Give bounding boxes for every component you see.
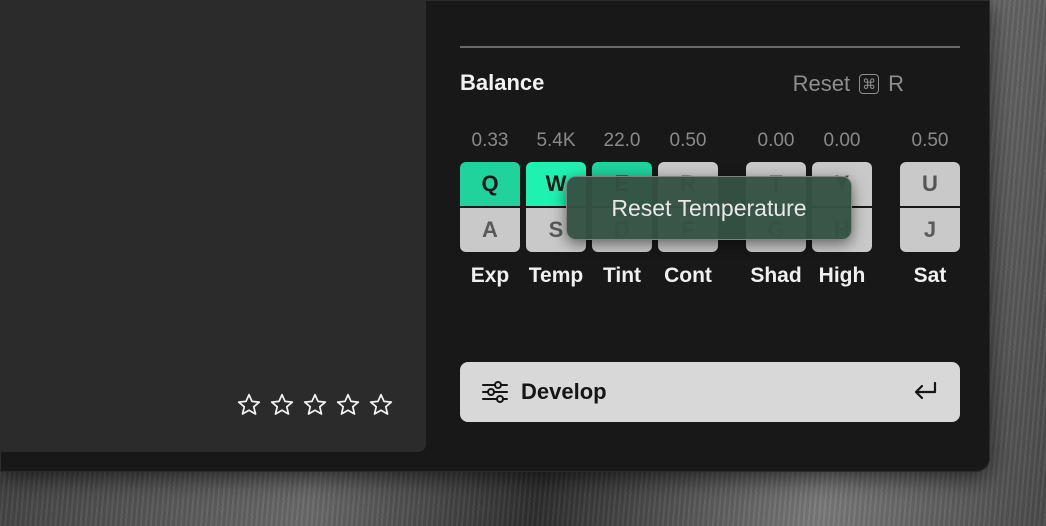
slider-label: Sat [913, 264, 947, 287]
slider-value: 5.4K [536, 130, 576, 151]
star-icon[interactable] [368, 392, 394, 428]
increase-key[interactable]: U [900, 162, 960, 206]
star-icon[interactable] [269, 392, 295, 428]
decrease-key[interactable]: J [900, 208, 960, 252]
slider-label: Exp [470, 264, 510, 287]
slider-label: Shad [750, 264, 802, 287]
develop-label: Develop [521, 379, 607, 404]
star-icon[interactable] [302, 392, 328, 428]
increase-key[interactable]: Q [460, 162, 520, 206]
reset-temperature-tooltip[interactable]: Reset Temperature [566, 176, 852, 240]
slider-label: Cont [664, 264, 712, 287]
reset-button[interactable]: Reset ⌘ R [793, 70, 904, 98]
reset-shortcut-key: R [888, 71, 904, 96]
slider-label: High [818, 264, 866, 287]
star-rating[interactable] [236, 392, 396, 428]
photo-preview-panel [0, 0, 426, 452]
slider-value: 22.0 [603, 130, 641, 151]
develop-button[interactable]: Develop [460, 362, 960, 422]
star-icon[interactable] [236, 392, 262, 428]
slider-value: 0.00 [823, 130, 861, 151]
star-icon[interactable] [335, 392, 361, 428]
slider-value: 0.00 [757, 130, 795, 151]
sliders-icon [482, 381, 508, 403]
app-window: Balance Reset ⌘ R 0.33 Q A Exp 5.4K W S … [0, 0, 990, 472]
slider-value: 0.33 [471, 130, 509, 151]
slider-exposure: 0.33 Q A Exp [460, 128, 520, 288]
slider-saturation: 0.50 U J Sat [900, 128, 960, 288]
slider-value: 0.50 [669, 130, 707, 151]
slider-label: Tint [602, 264, 642, 287]
decrease-key[interactable]: A [460, 208, 520, 252]
section-divider [460, 46, 960, 48]
return-icon [914, 381, 937, 400]
section-title: Balance [460, 70, 545, 95]
slider-value: 0.50 [911, 130, 949, 151]
reset-label: Reset [792, 71, 851, 96]
command-key-icon: ⌘ [859, 74, 880, 94]
slider-label: Temp [528, 264, 584, 287]
